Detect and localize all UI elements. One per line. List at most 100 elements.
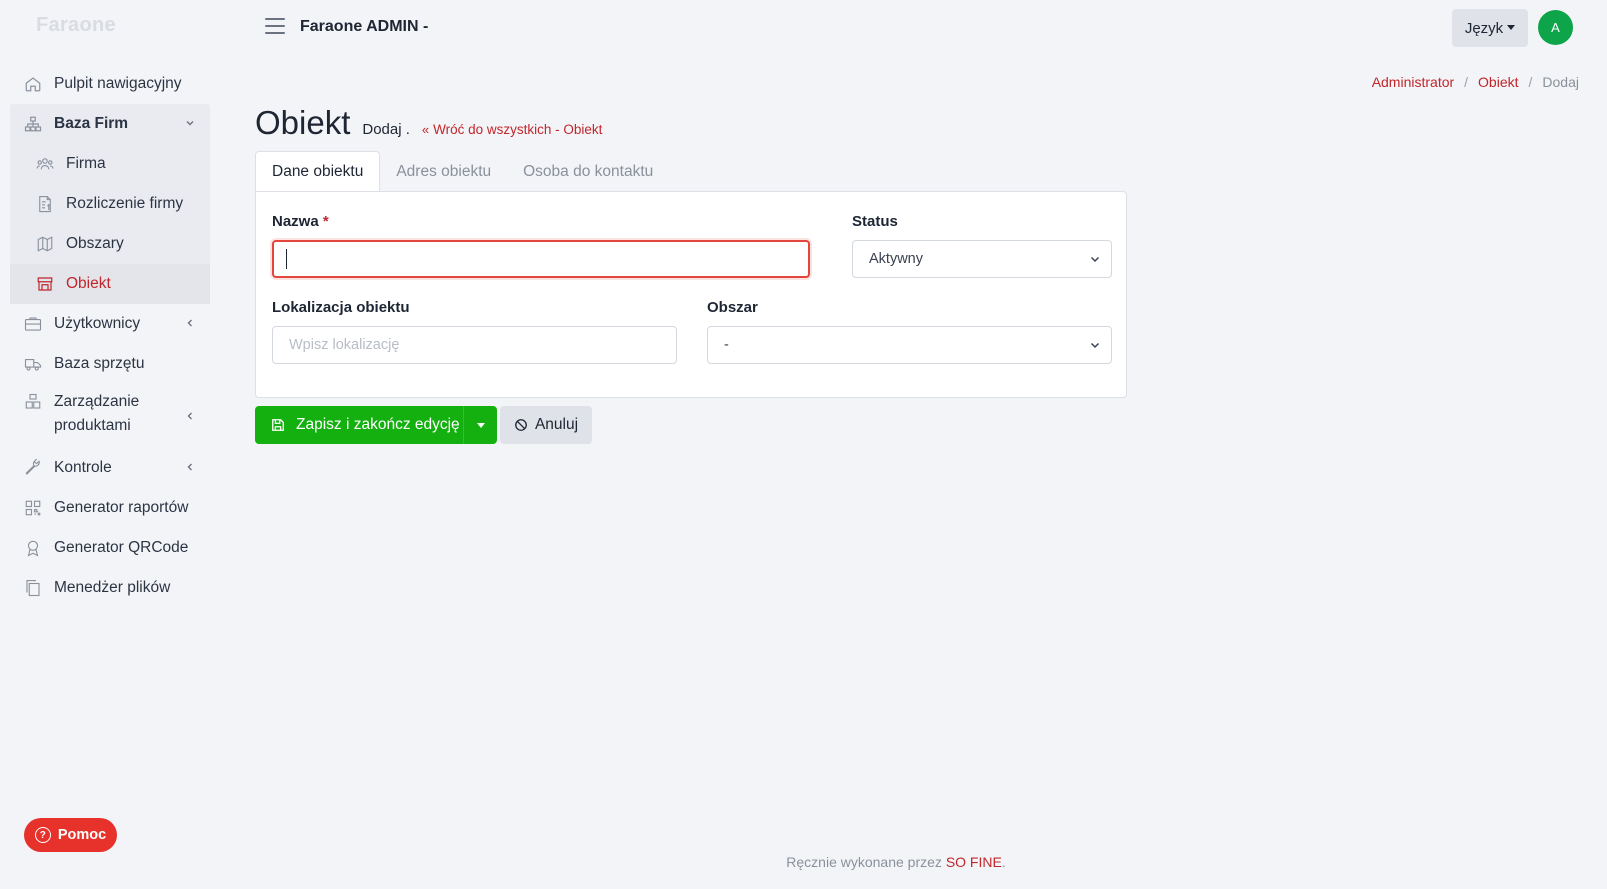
sitemap-icon — [24, 115, 42, 133]
chevron-left-icon — [184, 317, 196, 329]
truck-icon — [24, 355, 42, 373]
chevron-left-icon — [184, 461, 196, 473]
tab-object-data[interactable]: Dane obiektu — [255, 151, 381, 192]
building-icon — [36, 275, 54, 293]
sidebar-item-label: Obszary — [66, 235, 124, 252]
breadcrumb-item-administrator[interactable]: Administrator — [1372, 74, 1454, 90]
name-label: Nazwa * — [272, 213, 329, 230]
sidebar-item-products[interactable]: Zarządzanie produktami — [10, 384, 210, 448]
language-dropdown[interactable]: Język — [1452, 9, 1528, 47]
sidebar-item-company-billing[interactable]: Rozliczenie firmy — [10, 184, 210, 224]
chevron-down-icon — [1089, 339, 1101, 351]
sidebar-item-qrcode-generator[interactable]: Generator QRCode — [10, 528, 210, 568]
location-label: Lokalizacja obiektu — [272, 299, 410, 316]
page-title: Obiekt — [255, 104, 351, 141]
app-title: Faraone ADMIN - — [300, 18, 429, 35]
sidebar-item-label: Baza Firm — [54, 115, 129, 132]
sidebar-item-report-generator[interactable]: Generator raportów — [10, 488, 210, 528]
back-link[interactable]: « Wróć do wszystkich - Obiekt — [422, 122, 603, 137]
caret-down-icon — [476, 422, 485, 428]
users-icon — [36, 155, 54, 173]
files-icon — [24, 579, 42, 597]
language-label: Język — [1464, 19, 1504, 37]
sidebar-item-label: Użytkownicy — [54, 315, 141, 332]
footer-text: Ręcznie wykonane przez — [786, 854, 942, 870]
breadcrumb-separator: / — [1464, 74, 1469, 90]
name-label-text: Nazwa — [272, 213, 319, 230]
name-input[interactable] — [272, 240, 810, 278]
briefcase-icon — [24, 315, 42, 333]
home-icon — [24, 75, 42, 93]
sidebar-item-label: Obiekt — [66, 275, 111, 292]
save-and-finish-button: Zapisz i zakończ edycję — [255, 406, 497, 444]
wrench-icon — [24, 459, 42, 477]
tab-contact-person[interactable]: Osoba do kontaktu — [507, 151, 669, 192]
area-select[interactable]: - — [707, 326, 1112, 364]
breadcrumb: Administrator / Obiekt / Dodaj — [1372, 74, 1579, 90]
sidebar-item-label: Menedżer plików — [54, 579, 171, 596]
footer-brand-link[interactable]: SO FINE — [946, 854, 1002, 870]
area-select-value: - — [724, 337, 729, 353]
sidebar-item-companies[interactable]: Baza Firm — [10, 104, 210, 144]
sidebar-item-label: Firma — [66, 155, 106, 172]
sidebar-item-label: Kontrole — [54, 459, 112, 476]
cancel-button-label: Anuluj — [534, 416, 579, 433]
required-mark: * — [322, 213, 329, 230]
sidebar: Faraone Pulpit nawigacyjny Baza Firm Fir… — [0, 0, 215, 889]
help-button[interactable]: ? Pomoc — [24, 818, 117, 852]
area-label: Obszar — [707, 299, 758, 316]
status-select-value: Aktywny — [869, 251, 923, 267]
location-placeholder: Wpisz lokalizację — [289, 337, 400, 353]
sidebar-item-label: Zarządzanie produktami — [54, 393, 140, 434]
text-cursor — [286, 249, 287, 269]
save-button-label: Zapisz i zakończ edycję — [296, 416, 460, 433]
award-icon — [24, 539, 42, 557]
sidebar-item-label: Rozliczenie firmy — [66, 195, 184, 212]
question-icon: ? — [34, 827, 51, 843]
invoice-icon — [36, 195, 54, 213]
sidebar-item-label: Generator QRCode — [54, 539, 189, 556]
boxes-icon — [24, 393, 42, 411]
sidebar-group-companies: Baza Firm Firma Rozliczenie firmy Obszar… — [10, 104, 210, 304]
footer: Ręcznie wykonane przez SO FINE. — [0, 854, 1607, 870]
save-button-main[interactable]: Zapisz i zakończ edycję — [255, 406, 463, 444]
qrcode-icon — [24, 499, 42, 517]
footer-suffix: . — [1001, 854, 1006, 870]
status-label: Status — [852, 213, 898, 230]
save-options-dropdown[interactable] — [463, 406, 497, 444]
double-chevron-left-icon: « — [421, 122, 430, 137]
help-label: Pomoc — [57, 827, 107, 843]
brand-logo[interactable]: Faraone — [36, 14, 116, 37]
back-link-label: Wróć do wszystkich - Obiekt — [433, 122, 603, 137]
breadcrumb-item-object[interactable]: Obiekt — [1478, 74, 1518, 90]
cancel-button[interactable]: Anuluj — [500, 406, 592, 444]
tab-object-address[interactable]: Adres obiektu — [380, 151, 507, 192]
sidebar-item-company[interactable]: Firma — [10, 144, 210, 184]
sidebar-item-label: Generator raportów — [54, 499, 189, 516]
map-icon — [36, 235, 54, 253]
page-subtitle: Dodaj . — [362, 121, 410, 138]
chevron-down-icon — [1089, 253, 1101, 265]
caret-down-icon — [1507, 24, 1516, 30]
sidebar-item-label: Baza sprzętu — [54, 355, 145, 372]
ban-icon — [514, 418, 528, 432]
sidebar-item-file-manager[interactable]: Menedżer plików — [10, 568, 210, 608]
sidebar-item-label: Pulpit nawigacyjny — [54, 75, 182, 92]
save-icon — [271, 418, 285, 432]
breadcrumb-item-add: Dodaj — [1542, 74, 1579, 90]
location-input[interactable]: Wpisz lokalizację — [272, 326, 677, 364]
chevron-down-icon — [184, 117, 196, 129]
sidebar-nav: Pulpit nawigacyjny Baza Firm Firma Rozli… — [10, 64, 210, 608]
sidebar-item-equipment[interactable]: Baza sprzętu — [10, 344, 210, 384]
sidebar-item-inspections[interactable]: Kontrole — [10, 448, 210, 488]
status-select[interactable]: Aktywny — [852, 240, 1112, 278]
sidebar-item-areas[interactable]: Obszary — [10, 224, 210, 264]
menu-toggle-icon[interactable] — [265, 18, 285, 36]
avatar[interactable]: A — [1538, 10, 1573, 45]
sidebar-item-object[interactable]: Obiekt — [10, 264, 210, 304]
form-card: Nazwa * Status Aktywny Lokalizacja obiek… — [255, 191, 1127, 398]
sidebar-item-users[interactable]: Użytkownicy — [10, 304, 210, 344]
sidebar-item-dashboard[interactable]: Pulpit nawigacyjny — [10, 64, 210, 104]
page-header: Obiekt Dodaj . « Wróć do wszystkich - Ob… — [255, 104, 602, 142]
breadcrumb-separator: / — [1528, 74, 1533, 90]
